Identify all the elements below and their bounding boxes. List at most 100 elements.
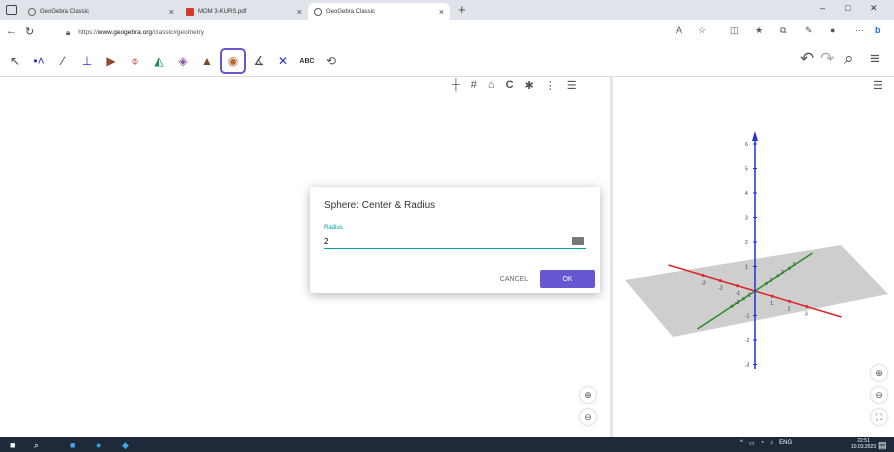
style-bar-toggle-icon[interactable]: ☰ <box>567 79 577 92</box>
clock-date: 10.03.2023 <box>850 444 876 450</box>
chevron-up-icon[interactable]: ^ <box>740 440 743 447</box>
url-prefix: https:// <box>78 29 98 36</box>
x-tick <box>770 294 774 298</box>
rotate-around-line-tool-icon[interactable]: ⌽ <box>124 50 146 72</box>
perpendicular-tool-icon[interactable]: ⊥ <box>76 50 98 72</box>
sphere-tool-icon[interactable]: ◉ <box>220 48 246 74</box>
refresh-icon[interactable]: ↻ <box>25 25 34 38</box>
point-tool-icon[interactable]: •˄ <box>28 50 50 72</box>
plane-tool-icon[interactable]: ◈ <box>172 50 194 72</box>
system-tray: ^ ▭ ◔ ♪ ENG <box>740 440 792 447</box>
x-tick-label: 1 <box>770 301 773 307</box>
reflect-tool-icon[interactable]: ✕ <box>272 50 294 72</box>
fullscreen-icon[interactable]: ⛶ <box>871 409 887 425</box>
url-path: /classic#geometry <box>151 29 205 36</box>
new-tab-button[interactable]: + <box>458 2 466 17</box>
tab-label: GeoGebra Classic <box>326 8 376 15</box>
x-tick-label: -3 <box>701 280 706 286</box>
notifications-icon[interactable]: ▤ <box>878 440 887 451</box>
tab-actions-icon[interactable] <box>6 5 17 15</box>
z-tick-label: -3 <box>745 363 750 369</box>
search-icon[interactable]: ⌕ <box>34 440 39 451</box>
y-tick <box>788 266 791 270</box>
y-tick-label: -1 <box>747 293 752 299</box>
clock[interactable]: 22:51 10.03.2023 <box>851 438 876 450</box>
point-capturing-icon[interactable]: C <box>506 79 514 92</box>
browser-tab-active[interactable]: GeoGebra Classic × <box>308 3 450 20</box>
close-tab-icon[interactable]: × <box>297 7 302 17</box>
minimize-button[interactable]: – <box>820 3 825 13</box>
close-tab-icon[interactable]: × <box>439 7 444 17</box>
more-options-icon[interactable]: ⋮ <box>545 79 556 92</box>
graphics-view-3d[interactable]: 6 5 4 3 2 1 -1 -2 -3 -3 -2 -1 1 2 3 3 2 1 -1 -2 ☰ ⊕ ⊖ ⛶ <box>613 77 894 437</box>
z-axis-arrow <box>752 131 758 141</box>
back-icon[interactable]: ← <box>6 25 17 37</box>
profile-icon[interactable]: ● <box>830 25 835 35</box>
y-tick-label: 2 <box>781 270 784 276</box>
browser-tab-strip: GeoGebra Classic × MOM 3-KURS.pdf × GeoG… <box>0 0 894 20</box>
axes-toggle-icon[interactable]: ┼ <box>452 79 460 92</box>
bing-icon[interactable]: b <box>875 25 881 35</box>
read-aloud-icon[interactable]: A <box>676 25 682 35</box>
style-bar-toggle-icon[interactable]: ☰ <box>873 79 883 92</box>
zoom-out-icon[interactable]: ⊖ <box>580 409 596 425</box>
z-tick-label: 2 <box>745 240 748 246</box>
home-icon[interactable]: ⌂ <box>488 79 495 92</box>
menu-icon[interactable]: ≡ <box>870 49 880 69</box>
favorites-bar-icon[interactable]: ★ <box>755 25 763 36</box>
y-tick <box>730 304 734 308</box>
more-icon[interactable]: ··· <box>855 25 864 35</box>
keyboard-icon[interactable] <box>572 237 584 245</box>
net-tool-icon[interactable]: ▲ <box>196 50 218 72</box>
x-tick-label: 3 <box>805 312 808 318</box>
address-bar-row: ← ↻ 🔒︎ https:// www.geogebra.org /classi… <box>0 20 894 47</box>
pyramid-tool-icon[interactable]: ◭ <box>148 50 170 72</box>
zoom-out-icon[interactable]: ⊖ <box>871 387 887 403</box>
windows-start-icon[interactable]: ■ <box>10 440 15 450</box>
sphere-dialog: Sphere: Center & Radius Radius CANCEL OK <box>310 187 600 293</box>
polygon-tool-icon[interactable]: ▶ <box>100 50 122 72</box>
radius-label: Radius <box>324 225 343 231</box>
radius-input[interactable] <box>324 235 586 249</box>
x-tick <box>805 305 809 309</box>
y-tick <box>742 297 745 301</box>
browser-tab[interactable]: GeoGebra Classic × <box>22 3 180 20</box>
close-window-button[interactable]: ✕ <box>870 3 878 14</box>
x-tick-label: -1 <box>736 291 741 297</box>
wifi-icon[interactable]: ◔ <box>761 440 765 447</box>
zoom-in-icon[interactable]: ⊕ <box>871 365 887 381</box>
battery-icon[interactable]: ▭ <box>749 440 755 447</box>
edge-icon[interactable]: ● <box>96 440 101 450</box>
text-tool-icon[interactable]: ABC <box>296 50 318 72</box>
line-tool-icon[interactable]: ⁄ <box>52 50 74 72</box>
telegram-icon[interactable]: ◆ <box>122 440 129 451</box>
search-icon[interactable]: ⌕ <box>844 49 854 69</box>
view-tool-icon[interactable]: ⟲ <box>320 50 342 72</box>
favorite-icon[interactable]: ☆ <box>698 25 706 36</box>
z-tick-label: 4 <box>745 191 748 197</box>
undo-icon[interactable]: ↶ <box>800 49 814 69</box>
browser-tab[interactable]: MOM 3-KURS.pdf × <box>180 3 308 20</box>
y-tick <box>765 281 768 285</box>
url-bar[interactable]: 🔒︎ https:// www.geogebra.org /classic#ge… <box>66 25 706 40</box>
close-tab-icon[interactable]: × <box>169 7 174 17</box>
maximize-button[interactable]: □ <box>845 3 850 13</box>
redo-icon[interactable]: ↷ <box>820 49 834 69</box>
z-tick-label: 1 <box>745 265 748 271</box>
language-indicator[interactable]: ENG <box>779 440 792 447</box>
volume-icon[interactable]: ♪ <box>770 440 773 447</box>
cancel-button[interactable]: CANCEL <box>490 270 538 288</box>
z-tick-label: -2 <box>745 338 750 344</box>
angle-tool-icon[interactable]: ∡ <box>248 50 270 72</box>
y-tick-label: 3 <box>793 262 796 268</box>
grid-toggle-icon[interactable]: # <box>471 79 477 92</box>
ok-button[interactable]: OK <box>540 270 595 288</box>
collections-icon[interactable]: ⧉ <box>780 25 786 36</box>
extensions-icon[interactable]: ✎ <box>805 25 813 36</box>
settings-gear-icon[interactable]: ✱ <box>525 79 534 92</box>
move-tool-icon[interactable]: ↖ <box>4 50 26 72</box>
y-tick <box>776 274 780 278</box>
split-screen-icon[interactable]: ◫ <box>730 25 739 36</box>
zoom-in-icon[interactable]: ⊕ <box>580 387 596 403</box>
file-explorer-icon[interactable]: ■ <box>70 440 75 450</box>
